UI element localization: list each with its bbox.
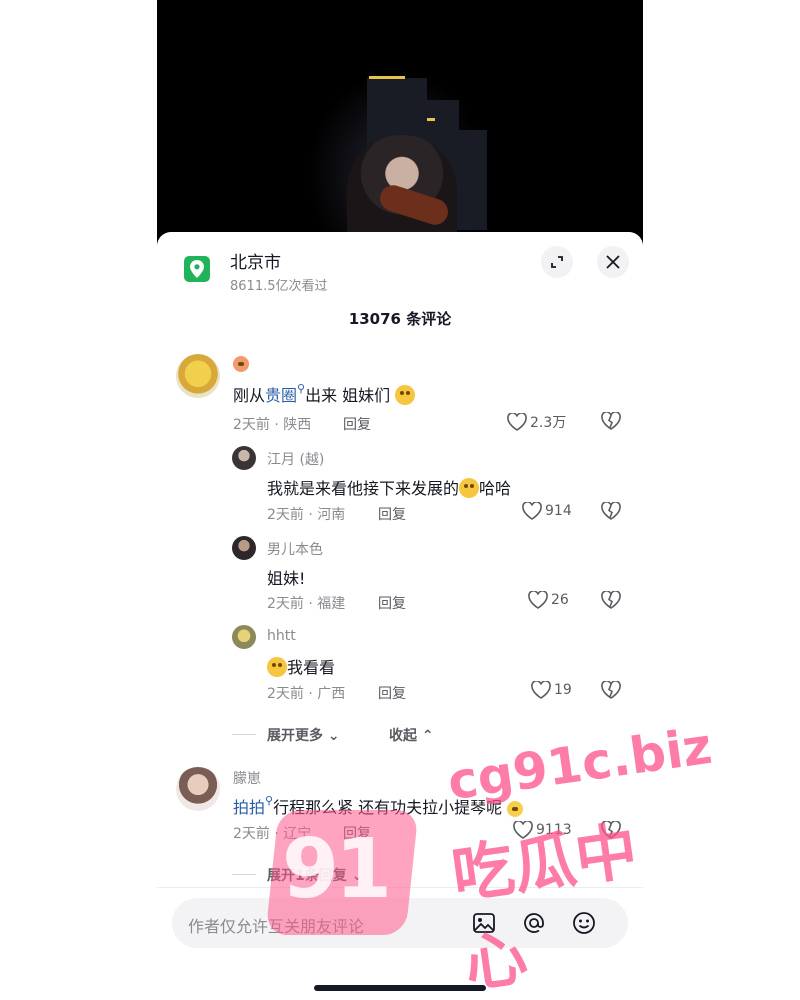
broken-heart-icon [601, 411, 621, 430]
divider [232, 734, 256, 735]
expand-icon [551, 256, 563, 268]
reply-author[interactable]: 江月 (越) [267, 449, 324, 469]
home-indicator [314, 985, 486, 991]
like-button[interactable]: 19 [531, 681, 572, 699]
location-views: 8611.5亿次看过 [230, 279, 328, 294]
emoji-clap-icon [507, 801, 524, 817]
heart-icon [507, 413, 527, 431]
comment-input-placeholder: 作者仅允许互关朋友评论 [188, 917, 365, 936]
expand-button[interactable] [541, 246, 573, 278]
chevron-up-icon: ⌃ [421, 728, 434, 744]
expand-replies-button[interactable]: 展开1条回复 ⌄ [267, 865, 363, 885]
reply-author[interactable]: 男儿本色 [267, 539, 323, 559]
like-count: 19 [554, 682, 572, 698]
window-light [427, 118, 435, 121]
close-button[interactable] [597, 246, 629, 278]
reply-meta: 2天前 · 广西 [267, 686, 346, 702]
comment-count: 13076 条评论 [348, 310, 452, 328]
reply-author[interactable]: hhtt [267, 628, 296, 644]
chevron-down-icon: ⌄ [351, 868, 364, 884]
like-count: 914 [545, 503, 572, 519]
heart-icon [531, 681, 551, 699]
like-button[interactable]: 2.3万 [507, 412, 566, 432]
video-player[interactable] [157, 0, 643, 245]
emoji-icon[interactable] [572, 911, 596, 935]
comment-meta: 2天前 · 陕西 [233, 417, 312, 433]
building-3 [457, 130, 487, 230]
comment-text: 刚从贵圈⚲出来 姐妹们 [233, 382, 416, 406]
dislike-button[interactable] [601, 680, 621, 703]
avatar[interactable] [176, 354, 220, 398]
dislike-button[interactable] [601, 590, 621, 613]
emoji-shy-icon [395, 385, 416, 405]
comment-author[interactable]: 朦崽 [233, 768, 261, 788]
expand-more-button[interactable]: 展开更多 ⌄ [267, 725, 340, 745]
reply-button[interactable]: 回复 [343, 823, 371, 843]
search-icon: ⚲ [265, 794, 274, 807]
screen: 北京市 8611.5亿次看过 13076 条评论 刚从贵圈⚲出来 姐妹们 2天前… [0, 0, 800, 1000]
avatar[interactable] [232, 625, 256, 649]
like-count: 2.3万 [530, 415, 567, 431]
dislike-button[interactable] [601, 411, 621, 434]
building-sign [369, 76, 405, 79]
avatar[interactable] [176, 767, 220, 811]
reply-button[interactable]: 回复 [378, 593, 406, 613]
hashtag-link[interactable]: 贵圈 [265, 386, 297, 405]
reply-button[interactable]: 回复 [378, 504, 406, 524]
close-icon [606, 255, 620, 269]
collapse-button[interactable]: 收起 ⌃ [389, 725, 434, 745]
broken-heart-icon [601, 501, 621, 520]
emoji-curious-icon [267, 657, 287, 677]
author-badge-icon [233, 356, 249, 372]
reply-text: 我就是来看他接下来发展的 哈哈 [267, 478, 512, 498]
comment-text: 拍拍⚲行程那么紧 还有功夫拉小提琴呢 [233, 794, 524, 818]
comment-input-bar: 作者仅允许互关朋友评论 [157, 887, 643, 1000]
like-count: 9113 [536, 822, 572, 838]
reply-button[interactable]: 回复 [378, 683, 406, 703]
reply-text: 姐妹! [267, 569, 306, 588]
like-button[interactable]: 26 [528, 591, 569, 609]
reply-button[interactable]: 回复 [343, 414, 371, 434]
image-icon[interactable] [472, 911, 496, 935]
location-title[interactable]: 北京市 [230, 248, 281, 273]
comment-meta: 2天前 · 辽宁 [233, 826, 312, 842]
dislike-button[interactable] [601, 501, 621, 524]
emoji-grin-icon [459, 478, 480, 498]
heart-icon [513, 821, 533, 839]
phone-frame: 北京市 8611.5亿次看过 13076 条评论 刚从贵圈⚲出来 姐妹们 2天前… [157, 0, 643, 1000]
comment-author-badge[interactable] [233, 356, 249, 372]
like-button[interactable]: 9113 [513, 821, 572, 839]
reply-meta: 2天前 · 河南 [267, 507, 346, 523]
dislike-button[interactable] [601, 820, 621, 843]
avatar[interactable] [232, 446, 256, 470]
reply-text: 我看看 [267, 654, 335, 678]
location-pin-icon[interactable] [184, 256, 210, 282]
divider [232, 874, 256, 875]
comment-input[interactable]: 作者仅允许互关朋友评论 [172, 898, 628, 948]
search-icon: ⚲ [297, 382, 306, 395]
broken-heart-icon [601, 820, 621, 839]
avatar[interactable] [232, 536, 256, 560]
chevron-down-icon: ⌄ [327, 728, 340, 744]
comment-sheet: 北京市 8611.5亿次看过 13076 条评论 刚从贵圈⚲出来 姐妹们 2天前… [157, 232, 643, 1000]
heart-icon [522, 502, 542, 520]
broken-heart-icon [601, 680, 621, 699]
like-button[interactable]: 914 [522, 502, 572, 520]
heart-icon [528, 591, 548, 609]
mention-icon[interactable] [522, 911, 546, 935]
reply-meta: 2天前 · 福建 [267, 596, 346, 612]
like-count: 26 [551, 592, 569, 608]
hashtag-link[interactable]: 拍拍 [233, 798, 265, 817]
broken-heart-icon [601, 590, 621, 609]
